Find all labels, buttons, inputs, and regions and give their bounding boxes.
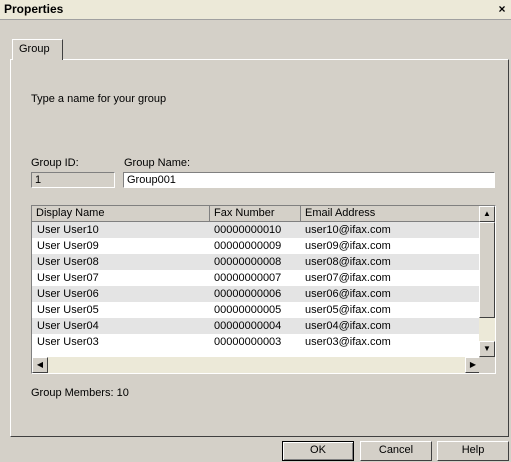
tab-group-label: Group	[19, 43, 50, 55]
tab-group[interactable]: Group	[12, 39, 63, 60]
group-id-field: 1	[31, 172, 115, 188]
cell-fax-number: 00000000009	[214, 240, 282, 252]
scroll-down-icon[interactable]: ▼	[479, 341, 495, 357]
cell-display-name: User User04	[37, 320, 99, 332]
members-list[interactable]: Display Name Fax Number Email Address Us…	[31, 205, 496, 374]
cell-display-name: User User05	[37, 304, 99, 316]
list-item[interactable]: User User03 00000000003 user03@ifax.com	[32, 334, 481, 350]
help-button[interactable]: Help	[437, 441, 509, 461]
cell-display-name: User User09	[37, 240, 99, 252]
ok-button[interactable]: OK	[282, 441, 354, 461]
scroll-up-icon[interactable]: ▲	[479, 206, 495, 222]
vertical-scroll-thumb[interactable]	[479, 222, 495, 318]
cell-fax-number: 00000000005	[214, 304, 282, 316]
list-item[interactable]: User User05 00000000005 user05@ifax.com	[32, 302, 481, 318]
cell-display-name: User User10	[37, 224, 99, 236]
list-item[interactable]: User User06 00000000006 user06@ifax.com	[32, 286, 481, 302]
cell-email-address: user03@ifax.com	[305, 336, 391, 348]
group-name-label: Group Name:	[124, 157, 191, 169]
cell-fax-number: 00000000004	[214, 320, 282, 332]
cell-display-name: User User06	[37, 288, 99, 300]
cell-email-address: user09@ifax.com	[305, 240, 391, 252]
cell-email-address: user10@ifax.com	[305, 224, 391, 236]
cancel-button[interactable]: Cancel	[360, 441, 432, 461]
column-header-fax-number[interactable]: Fax Number	[210, 206, 301, 222]
list-rows: User User10 00000000010 user10@ifax.com Use…	[32, 222, 481, 350]
cell-fax-number: 00000000006	[214, 288, 282, 300]
group-members-count: Group Members: 10	[31, 387, 129, 399]
cell-email-address: user06@ifax.com	[305, 288, 391, 300]
cell-email-address: user04@ifax.com	[305, 320, 391, 332]
cell-display-name: User User07	[37, 272, 99, 284]
group-name-input[interactable]: Group001	[123, 172, 495, 188]
list-item[interactable]: User User04 00000000004 user04@ifax.com	[32, 318, 481, 334]
cell-fax-number: 00000000003	[214, 336, 282, 348]
group-id-label: Group ID:	[31, 157, 79, 169]
close-icon[interactable]: ×	[495, 2, 509, 16]
list-item[interactable]: User User07 00000000007 user07@ifax.com	[32, 270, 481, 286]
horizontal-scrollbar[interactable]: ◀ ▶	[32, 357, 481, 373]
cell-fax-number: 00000000008	[214, 256, 282, 268]
cell-email-address: user07@ifax.com	[305, 272, 391, 284]
column-header-email-address[interactable]: Email Address	[301, 206, 481, 222]
scroll-left-icon[interactable]: ◀	[32, 357, 48, 373]
properties-dialog: Properties × Group Type a name for your …	[0, 0, 511, 462]
instruction-text: Type a name for your group	[31, 93, 167, 105]
cell-fax-number: 00000000010	[214, 224, 282, 236]
window-title: Properties	[4, 2, 64, 16]
vertical-scrollbar[interactable]: ▲ ▼	[479, 206, 495, 357]
column-header-display-name[interactable]: Display Name	[32, 206, 210, 222]
cell-display-name: User User08	[37, 256, 99, 268]
list-item[interactable]: User User10 00000000010 user10@ifax.com	[32, 222, 481, 238]
list-header: Display Name Fax Number Email Address	[32, 206, 481, 222]
cell-email-address: user08@ifax.com	[305, 256, 391, 268]
scrollbar-corner	[479, 357, 495, 373]
cell-display-name: User User03	[37, 336, 99, 348]
cell-fax-number: 00000000007	[214, 272, 282, 284]
list-item[interactable]: User User08 00000000008 user08@ifax.com	[32, 254, 481, 270]
cell-email-address: user05@ifax.com	[305, 304, 391, 316]
title-bar[interactable]: Properties ×	[0, 0, 511, 20]
list-item[interactable]: User User09 00000000009 user09@ifax.com	[32, 238, 481, 254]
